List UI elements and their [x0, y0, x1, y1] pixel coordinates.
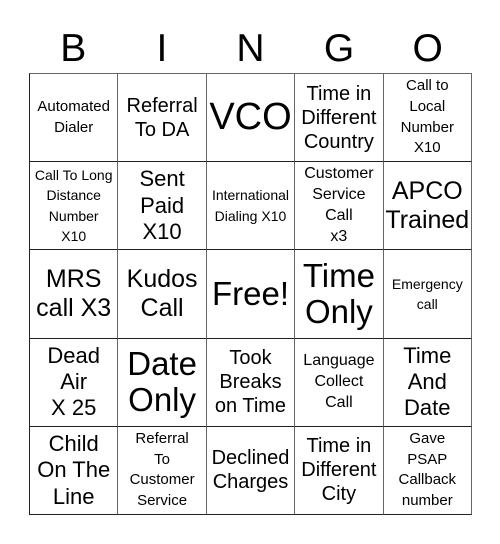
bingo-cell[interactable]: APCO Trained	[383, 162, 472, 251]
bingo-cell[interactable]: MRS call X3	[30, 250, 119, 339]
bingo-cell[interactable]: Call To Long Distance Number X10	[30, 162, 119, 251]
bingo-cell[interactable]: Declined Charges	[206, 426, 296, 515]
bingo-cell[interactable]: Emergency call	[383, 250, 472, 339]
bingo-cell[interactable]: VCO	[206, 74, 296, 163]
free-space-cell[interactable]: Free!	[206, 250, 296, 339]
bingo-cell[interactable]: Customer Service Call x3	[295, 162, 384, 251]
bingo-cell[interactable]: Language Collect Call	[295, 338, 384, 427]
bingo-header: B I N G O	[29, 24, 472, 74]
bingo-cell[interactable]: Call to Local Number X10	[383, 74, 472, 163]
bingo-cell[interactable]: International Dialing X10	[206, 162, 296, 251]
header-letter-o: O	[412, 27, 443, 70]
bingo-cell[interactable]: Referral To DA	[118, 74, 207, 163]
header-letter-g: G	[323, 27, 355, 70]
bingo-cell[interactable]: Took Breaks on Time	[206, 338, 296, 427]
bingo-cell[interactable]: Time in Different Country	[295, 74, 384, 163]
header-letter-i: I	[156, 27, 168, 70]
bingo-cell[interactable]: Gave PSAP Callback number	[383, 426, 472, 515]
bingo-cell[interactable]: Referral To Customer Service	[118, 426, 207, 515]
bingo-cell[interactable]: Child On The Line	[30, 426, 119, 515]
bingo-cell[interactable]: Sent Paid X10	[118, 162, 207, 251]
header-letter-n: N	[236, 27, 265, 70]
bingo-cell[interactable]: Time Only	[295, 250, 384, 339]
header-letter-b: B	[60, 27, 87, 70]
bingo-cell[interactable]: Time And Date	[383, 338, 472, 427]
bingo-cell[interactable]: Kudos Call	[118, 250, 207, 339]
bingo-grid: Automated Dialer Referral To DA VCO Time…	[29, 73, 472, 515]
bingo-cell[interactable]: Date Only	[118, 338, 207, 427]
bingo-cell[interactable]: Automated Dialer	[30, 74, 119, 163]
bingo-cell[interactable]: Dead Air X 25	[30, 338, 119, 427]
bingo-cell[interactable]: Time in Different City	[295, 426, 384, 515]
